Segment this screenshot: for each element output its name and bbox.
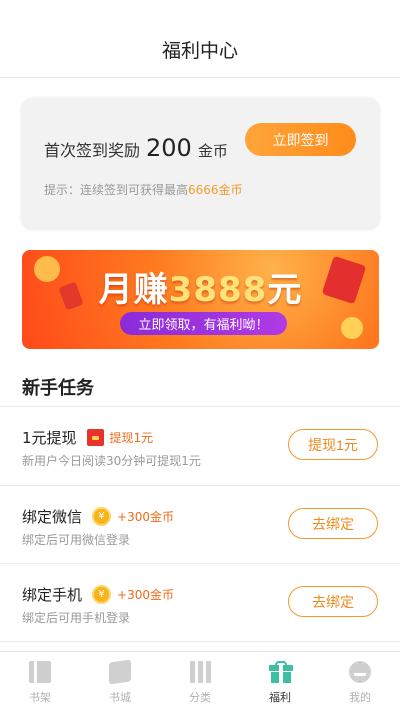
tab-label: 我的 bbox=[349, 691, 371, 704]
bind-wechat-button[interactable]: 去绑定 bbox=[288, 508, 378, 539]
tab-label: 书架 bbox=[29, 691, 51, 704]
banner-headline-amount: 3888 bbox=[168, 270, 268, 310]
task-reward: 提现1元 bbox=[109, 431, 154, 445]
tab-bookshelf[interactable]: 书架 bbox=[0, 652, 80, 711]
signin-tip-highlight: 6666金币 bbox=[188, 183, 243, 197]
signin-reward-amount: 200 bbox=[146, 134, 192, 162]
signin-button[interactable]: 立即签到 bbox=[245, 123, 356, 156]
task-name: 绑定微信 bbox=[22, 508, 83, 526]
task-name-row: 绑定手机 ¥ +300金币 bbox=[22, 584, 174, 605]
task-row-bind-phone: 绑定手机 ¥ +300金币 绑定后可用手机登录 去绑定 bbox=[0, 564, 400, 642]
tab-welfare[interactable]: 福利 bbox=[240, 652, 320, 711]
category-icon bbox=[189, 661, 211, 683]
bookshelf-icon bbox=[29, 661, 51, 683]
task-name-row: 1元提现 提现1元 bbox=[22, 427, 153, 448]
tab-label: 福利 bbox=[269, 691, 291, 704]
banner-headline-pre: 月赚 bbox=[98, 270, 169, 310]
task-desc: 新用户今日阅读30分钟可提现1元 bbox=[22, 454, 201, 468]
withdraw-button[interactable]: 提现1元 bbox=[288, 429, 378, 460]
section-title: 新手任务 bbox=[22, 378, 94, 399]
bottom-tab-bar: 书架 书城 分类 福利 我的 bbox=[0, 651, 400, 711]
tab-profile[interactable]: 我的 bbox=[320, 652, 400, 711]
banner-headline-post: 元 bbox=[267, 270, 303, 310]
page-title: 福利中心 bbox=[161, 40, 238, 62]
red-packet-icon bbox=[86, 429, 104, 446]
task-name: 绑定手机 bbox=[22, 586, 83, 604]
signin-tip: 提示：连续签到可获得最高6666金币 bbox=[44, 181, 243, 198]
gift-icon bbox=[269, 661, 293, 683]
tab-label: 分类 bbox=[189, 691, 211, 704]
bind-phone-button[interactable]: 去绑定 bbox=[288, 586, 378, 617]
task-row-bind-wechat: 绑定微信 ¥ +300金币 绑定后可用微信登录 去绑定 bbox=[0, 486, 400, 564]
divider bbox=[0, 641, 400, 642]
task-reward: +300金币 bbox=[117, 588, 174, 602]
task-reward: +300金币 bbox=[117, 510, 174, 524]
header: 福利中心 bbox=[0, 0, 400, 78]
tab-label: 书城 bbox=[109, 691, 131, 704]
task-row-withdraw: 1元提现 提现1元 新用户今日阅读30分钟可提现1元 提现1元 bbox=[0, 407, 400, 485]
coin-decoration-icon bbox=[341, 317, 363, 339]
signin-reward-prefix: 首次签到奖励 bbox=[44, 141, 141, 160]
tab-bookstore[interactable]: 书城 bbox=[80, 652, 160, 711]
signin-reward-unit: 金币 bbox=[197, 142, 228, 160]
task-desc: 绑定后可用微信登录 bbox=[22, 533, 131, 547]
coin-icon: ¥ bbox=[92, 507, 112, 526]
signin-card: 首次签到奖励 200 金币 立即签到 提示：连续签到可获得最高6666金币 bbox=[22, 98, 379, 228]
profile-icon bbox=[349, 661, 371, 683]
signin-reward-line: 首次签到奖励 200 金币 bbox=[44, 134, 228, 162]
signin-tip-text: 提示：连续签到可获得最高 bbox=[44, 183, 189, 197]
task-desc: 绑定后可用手机登录 bbox=[22, 611, 131, 625]
tab-category[interactable]: 分类 bbox=[160, 652, 240, 711]
banner-cta[interactable]: 立即领取，有福利呦！ bbox=[120, 312, 287, 335]
task-name-row: 绑定微信 ¥ +300金币 bbox=[22, 506, 174, 527]
bookstore-icon bbox=[109, 659, 131, 685]
coin-icon: ¥ bbox=[92, 585, 112, 604]
banner-headline: 月赚3888元 bbox=[22, 262, 379, 311]
promo-banner[interactable]: 月赚3888元 立即领取，有福利呦！ bbox=[22, 250, 379, 349]
task-name: 1元提现 bbox=[22, 429, 77, 447]
